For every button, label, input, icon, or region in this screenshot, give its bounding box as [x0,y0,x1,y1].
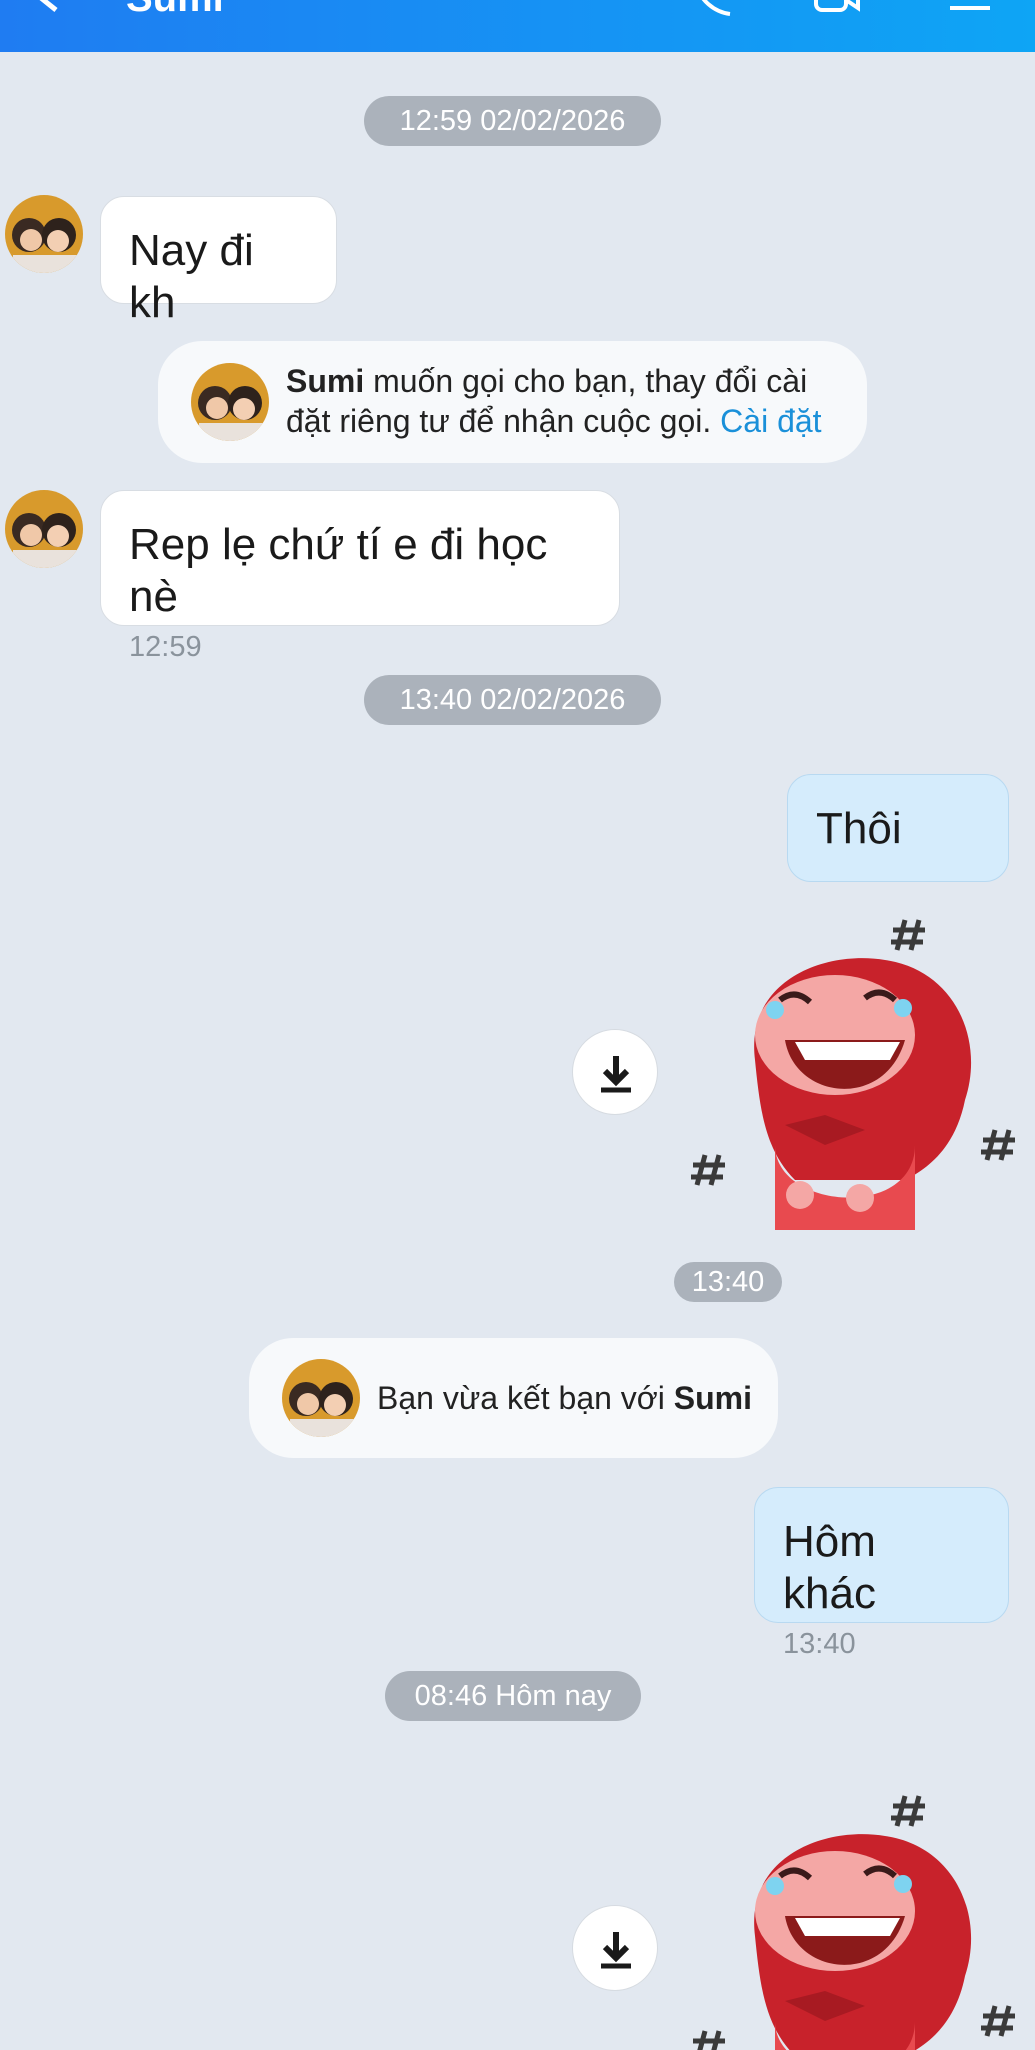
message-time: 13:40 [783,1628,856,1660]
sticker-time: 13:40 [674,1262,782,1302]
avatar [282,1359,360,1437]
message-time: 12:59 [129,631,202,663]
friend-added-notice: Bạn vừa kết bạn với Sumi [249,1338,778,1458]
download-button[interactable] [572,1029,658,1115]
outgoing-message[interactable]: Thôi [787,774,1009,882]
call-notice-text: Sumi muốn gọi cho bạn, thay đổi cài đặt … [286,363,822,439]
settings-link[interactable]: Cài đặt [720,403,821,439]
download-button[interactable] [572,1905,658,1991]
outgoing-message[interactable]: Hôm khác 13:40 [754,1487,1009,1660]
download-icon [601,1932,631,1969]
incoming-message[interactable]: Rep lẹ chứ tí e đi học nè 12:59 [100,490,620,663]
message-text: Hôm khác [783,1517,876,1618]
download-icon [601,1056,631,1093]
contact-name[interactable]: Sumi [126,0,224,18]
call-settings-notice: Sumi muốn gọi cho bạn, thay đổi cài đặt … [158,341,867,463]
date-separator: 12:59 02/02/2026 [364,96,661,146]
menu-icon[interactable] [946,0,994,16]
friend-notice-text: Bạn vừa kết bạn với Sumi [377,1380,753,1416]
contact-name-bold: Sumi [286,363,365,399]
avatar[interactable] [5,490,83,568]
contact-name-bold: Sumi [673,1380,753,1416]
date-separator: 08:46 Hôm nay [385,1671,641,1721]
message-text: Nay đi kh [129,226,254,327]
chat-header: Sumi [0,0,1035,52]
avatar[interactable] [5,195,83,273]
laughing-sticker[interactable] [675,910,1015,1250]
incoming-message[interactable]: Nay đi kh [100,196,337,327]
video-call-icon[interactable] [812,0,860,16]
avatar [191,363,269,441]
back-arrow-icon[interactable] [28,0,68,14]
date-separator: 13:40 02/02/2026 [364,675,661,725]
message-text: Rep lẹ chứ tí e đi học nè [129,520,548,621]
message-text: Thôi [816,804,902,853]
laughing-sticker[interactable] [675,1786,1015,2050]
phone-icon[interactable] [690,0,738,16]
